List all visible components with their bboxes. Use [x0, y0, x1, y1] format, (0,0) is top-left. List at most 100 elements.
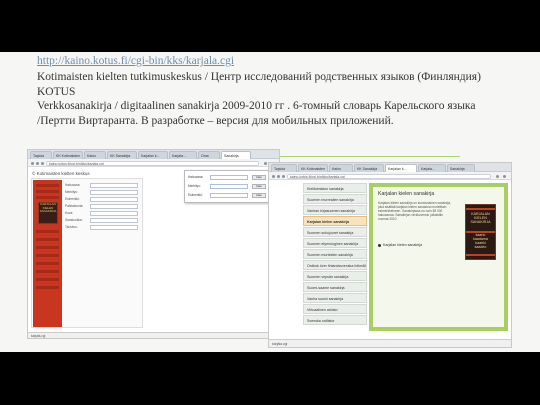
dictionary-link[interactable]: Karjalan kielen sanakirja	[383, 243, 422, 247]
sidebar-item[interactable]: Kielitoimiston sanakirja	[303, 183, 367, 193]
sidebar-item[interactable]: Suomen vepsän sanakirja	[303, 271, 367, 281]
browser-tab[interactable]: Karjalan k...	[138, 151, 168, 159]
field-label: Esimerkki:	[65, 197, 80, 201]
browser-tab[interactable]: Karjala...	[418, 164, 446, 172]
browser-tab[interactable]: Kaino	[84, 151, 106, 159]
field-label: Taivutus:	[65, 225, 78, 229]
book-band	[466, 254, 495, 256]
browser-tab-active[interactable]: Karjalan k...	[385, 164, 417, 172]
popup-search-button[interactable]: Hae	[252, 184, 266, 189]
browser-tab[interactable]: Oma	[198, 151, 220, 159]
book-cover-image: KARJALAN KIELEN SANAKIRJA	[38, 202, 58, 224]
popup-label: Hakusana:	[188, 175, 204, 179]
source-url-link[interactable]: http://kaino.kotus.fi/cgi-bin/kks/karjal…	[37, 55, 234, 67]
sidebar-item[interactable]: Suomi-saame sanakirja	[303, 282, 367, 292]
field-label: Paikkakunta:	[65, 204, 84, 208]
popup-input[interactable]	[210, 175, 248, 180]
book-cover-image: KARJALAN KIELEN SANAKIRJA kaarlo kaadama…	[465, 204, 496, 260]
browser-tab[interactable]: Kaino	[329, 164, 353, 172]
sidebar-item[interactable]: Suomen etymologinen sanakirja	[303, 238, 367, 248]
back-icon[interactable]	[272, 174, 275, 178]
right-browser-screenshot: Tapiola KK Kotimaisten Kaino KK Sanakirj…	[268, 162, 512, 348]
browser-tab[interactable]: KK Kotimaisten	[298, 164, 328, 172]
dictionary-sidebar: Kielitoimiston sanakirja Suomen murreali…	[303, 183, 367, 331]
slide: http://kaino.kotus.fi/cgi-bin/kks/karjal…	[0, 52, 540, 352]
form-row: Sanaluokka:	[65, 218, 142, 223]
banner-stripe	[36, 246, 59, 249]
sidebar-item-active[interactable]: Karjalan kielen sanakirja	[303, 216, 367, 226]
search-field[interactable]	[90, 190, 138, 195]
sidebar-item[interactable]: Suomen sukujuuret sanakirja	[303, 227, 367, 237]
star-icon[interactable]	[264, 161, 267, 165]
popup-input[interactable]	[210, 193, 248, 198]
banner-stripe	[36, 230, 59, 233]
sidebar-item[interactable]: Suomen murteiden sanakirja	[303, 249, 367, 259]
content-card: Karjalan kielen sanakirja Karjalan kiele…	[373, 187, 504, 327]
browser-tab[interactable]: Sanakirja	[447, 164, 475, 172]
sidebar-item[interactable]: Vanha suomi sanakirja	[303, 293, 367, 303]
search-field[interactable]	[90, 211, 138, 216]
star-icon[interactable]	[496, 174, 499, 178]
page-header: © Kotimaisten kielten keskus	[32, 171, 90, 176]
banner-stripe	[36, 262, 59, 265]
form-row: Taivutus:	[65, 225, 142, 230]
browser-tab[interactable]: Tapiola	[271, 164, 297, 172]
sidebar-item[interactable]: Svenska ordlistor	[303, 315, 367, 325]
book-cover-text: SANAKIRJA	[39, 209, 57, 214]
browser-tab-bar: Tapiola KK Kotimaisten Kaino KK Sanakirj…	[269, 163, 511, 172]
form-row: Merkitys:	[65, 190, 142, 195]
search-field[interactable]	[90, 218, 138, 223]
url-input[interactable]: kaino.kotus.fi/cgi-bin/kks/karjala.cgi	[287, 173, 491, 179]
address-bar: kaino.kotus.fi/cgi-bin/kks/karjala.cgi	[28, 159, 279, 167]
browser-tab[interactable]: KK Kotimaisten	[53, 151, 83, 159]
browser-tab[interactable]: Tapiola	[30, 151, 52, 159]
browser-tab[interactable]: KK Sanakirja	[354, 164, 384, 172]
search-field[interactable]	[90, 204, 138, 209]
caption-line: /Пертти Виртаранта. В разработке – верси…	[37, 114, 394, 127]
left-browser-screenshot: Tapiola KK Kotimaisten Kaino KK Sanakirj…	[27, 149, 280, 339]
sidebar-item[interactable]: Virtuaalinen arkisto	[303, 304, 367, 314]
download-item[interactable]: karjala.cgi	[272, 342, 287, 346]
forward-icon[interactable]	[277, 174, 280, 178]
caption-line: Verkkosanakirja / digitaalinen sanakirja…	[37, 100, 476, 112]
popup-row: Merkitys: Hae	[188, 184, 276, 189]
forward-icon[interactable]	[36, 161, 39, 165]
download-item[interactable]: karjala.cgi	[31, 334, 45, 338]
banner-stripe	[36, 190, 59, 193]
bullet-icon	[378, 243, 381, 247]
menu-icon[interactable]	[503, 174, 506, 178]
sidebar-item[interactable]: Suomen murrealien sanakirja	[303, 194, 367, 204]
content-panel: Karjalan kielen sanakirja Karjalan kiele…	[369, 183, 508, 331]
popup-search-button[interactable]: Hae	[252, 175, 266, 180]
search-field[interactable]	[90, 225, 138, 230]
field-label: Kuva:	[65, 211, 74, 215]
browser-tab-active[interactable]: Sanakirja	[221, 151, 251, 159]
browser-tab[interactable]: Karjala...	[169, 151, 197, 159]
form-row: Esimerkki:	[65, 197, 142, 202]
popup-row: Hakusana: Hae	[188, 175, 276, 180]
banner-stripe	[36, 286, 59, 289]
popup-search-button[interactable]: Hae	[252, 193, 266, 198]
browser-tab-bar: Tapiola KK Kotimaisten Kaino KK Sanakirj…	[28, 150, 279, 159]
popup-label: Esimerkki:	[188, 193, 203, 197]
popup-label: Merkitys:	[188, 184, 201, 188]
address-bar: kaino.kotus.fi/cgi-bin/kks/karjala.cgi	[269, 172, 511, 180]
popup-row: Esimerkki: Hae	[188, 193, 276, 198]
reload-icon[interactable]	[282, 174, 285, 178]
reload-icon[interactable]	[41, 161, 44, 165]
download-bar: karjala.cgi	[269, 339, 511, 347]
search-popup: Hakusana: Hae Merkitys: Hae Esimerkki: Hae	[184, 170, 278, 203]
sidebar-item[interactable]: Vanhan kirjasuomen sanakirja	[303, 205, 367, 215]
sidebar-item[interactable]: Ordbok över finlandssvenska folkmål	[303, 260, 367, 270]
banner-stripe	[36, 270, 59, 273]
popup-input[interactable]	[210, 184, 248, 189]
search-field[interactable]	[90, 183, 138, 188]
search-field[interactable]	[90, 197, 138, 202]
browser-tab[interactable]: KK Sanakirja	[107, 151, 137, 159]
field-label: Hakusana:	[65, 183, 81, 187]
url-input[interactable]: kaino.kotus.fi/cgi-bin/kks/karjala.cgi	[46, 160, 259, 166]
search-panel: KARJALAN KIELEN SANAKIRJA Hakusana: Merk…	[31, 178, 143, 328]
field-label: Sanaluokka:	[65, 218, 83, 222]
back-icon[interactable]	[31, 161, 34, 165]
book-band	[466, 231, 495, 233]
